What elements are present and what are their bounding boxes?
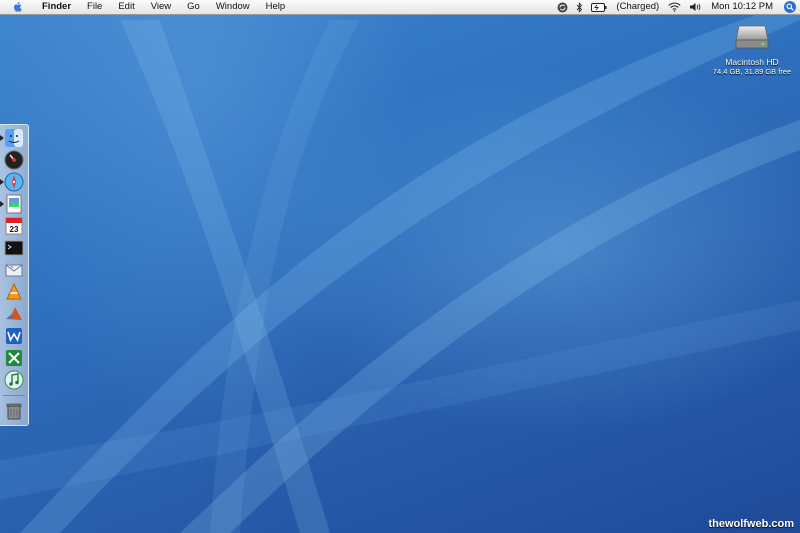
dock: 23 <box>0 124 29 426</box>
watermark: thewolfweb.com <box>708 518 794 530</box>
bluetooth-icon[interactable] <box>576 1 583 13</box>
spotlight-icon[interactable] <box>784 1 796 13</box>
sync-icon[interactable] <box>557 2 568 13</box>
ical-icon[interactable]: 23 <box>4 216 24 236</box>
menu-go[interactable]: Go <box>179 0 208 14</box>
menu-edit[interactable]: Edit <box>110 0 142 14</box>
drive-capacity: 74.4 GB, 31.89 GB free <box>712 67 792 76</box>
battery-status-text[interactable]: (Charged) <box>611 0 664 14</box>
dock-separator <box>3 395 25 396</box>
ical-date: 23 <box>10 225 19 234</box>
excel-icon[interactable] <box>4 348 24 368</box>
wallpaper-swooshes <box>0 0 800 533</box>
status-menus: (Charged) Mon 10:12 PM <box>553 0 800 14</box>
menu-view[interactable]: View <box>143 0 179 14</box>
preview-icon[interactable] <box>4 194 24 214</box>
menu-bar: Finder File Edit View Go Window Help (Ch… <box>0 0 800 15</box>
volume-icon[interactable] <box>689 2 702 12</box>
menu-app-finder[interactable]: Finder <box>34 0 79 14</box>
menu-file[interactable]: File <box>79 0 110 14</box>
terminal-icon[interactable] <box>4 238 24 258</box>
hard-drive-icon <box>735 25 769 49</box>
word-icon[interactable] <box>4 326 24 346</box>
battery-icon[interactable] <box>591 2 607 12</box>
trash-icon[interactable] <box>4 401 24 421</box>
matlab-icon[interactable] <box>4 304 24 324</box>
itunes-icon[interactable] <box>4 370 24 390</box>
dashboard-icon[interactable] <box>4 150 24 170</box>
mail-icon[interactable] <box>4 260 24 280</box>
vlc-icon[interactable] <box>4 282 24 302</box>
wifi-icon[interactable] <box>668 2 681 12</box>
apple-menu-icon[interactable] <box>12 1 24 13</box>
desktop[interactable]: Macintosh HD 74.4 GB, 31.89 GB free thew… <box>0 0 800 533</box>
clock[interactable]: Mon 10:12 PM <box>706 0 778 14</box>
macintosh-hd-desktop-icon[interactable]: Macintosh HD 74.4 GB, 31.89 GB free <box>712 22 792 76</box>
finder-icon[interactable] <box>4 128 24 148</box>
drive-name: Macintosh HD <box>725 57 779 67</box>
menu-help[interactable]: Help <box>258 0 294 14</box>
safari-icon[interactable] <box>4 172 24 192</box>
menu-window[interactable]: Window <box>208 0 258 14</box>
